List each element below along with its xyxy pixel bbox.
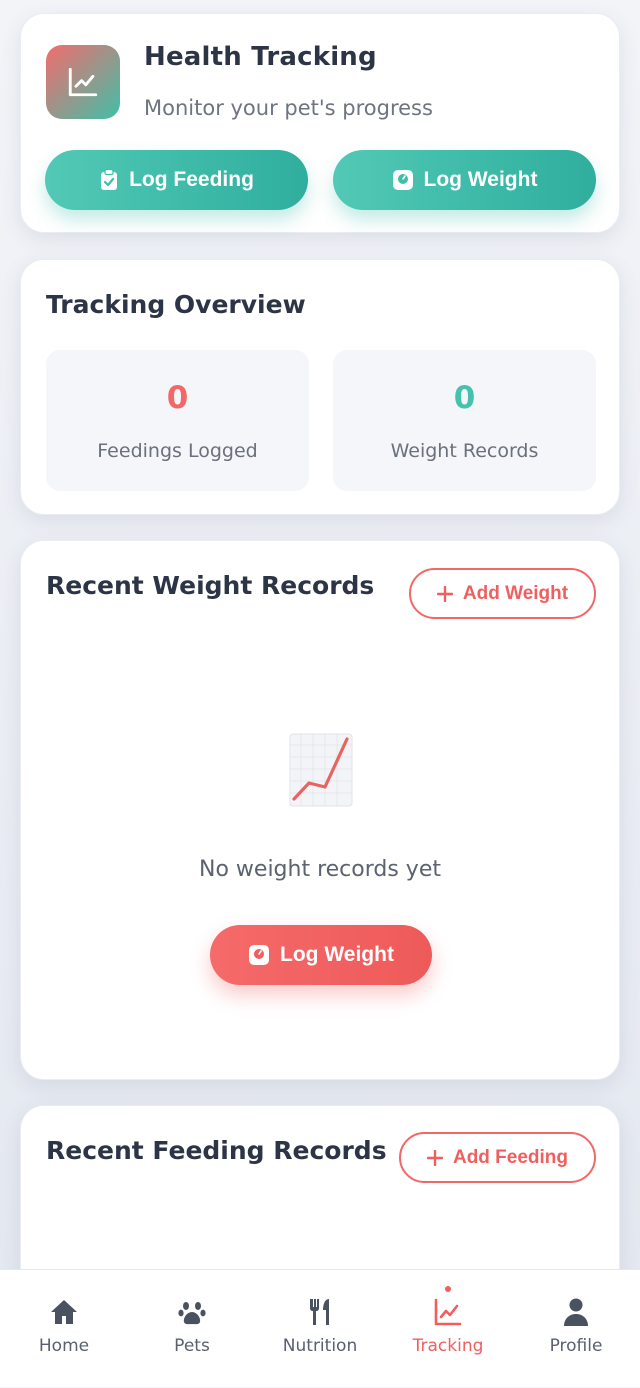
nav-item-pets[interactable]: Pets [128,1270,256,1388]
add-feeding-button[interactable]: Add Feeding [399,1132,596,1183]
add-weight-button[interactable]: Add Weight [409,568,596,619]
paw-icon [178,1302,206,1325]
nav-item-tracking[interactable]: Tracking [384,1270,512,1388]
stat-label: Weight Records [390,440,539,462]
home-icon [51,1300,77,1324]
log-weight-label: Log Weight [423,168,538,191]
utensils-icon [310,1299,329,1325]
nav-label: Home [38,1336,90,1356]
nav-label: Profile [549,1336,603,1356]
plus-icon [436,585,453,602]
user-icon [564,1298,588,1326]
nav-item-profile[interactable]: Profile [512,1270,640,1388]
page-subtitle: Monitor your pet's progress [144,96,433,120]
page-title: Health Tracking [144,42,377,72]
nav-item-nutrition[interactable]: Nutrition [256,1270,384,1388]
feeding-records-title: Recent Feeding Records [46,1136,387,1165]
log-feeding-label: Log Feeding [129,168,254,191]
weight-records-title: Recent Weight Records [46,571,375,600]
add-feeding-label: Add Feeding [452,1146,569,1168]
empty-state-text: No weight records yet [199,857,441,882]
log-feeding-button[interactable]: Log Feeding [45,150,308,210]
log-weight-button[interactable]: Log Weight [333,150,596,210]
nav-label: Pets [174,1336,210,1356]
clipboard-check-icon [101,169,118,190]
chart-increasing-icon [289,733,353,807]
stat-weight-records: 0 Weight Records [333,350,596,491]
plus-icon [426,1149,443,1166]
active-indicator-dot [445,1286,451,1292]
chart-line-icon [68,67,98,97]
chart-line-icon [434,1298,462,1326]
nav-label: Nutrition [282,1336,358,1356]
stat-feedings-logged: 0 Feedings Logged [46,350,309,491]
add-weight-label: Add Weight [462,582,569,604]
health-tracking-logo [46,45,120,119]
nav-label: Tracking [412,1336,484,1356]
overview-title: Tracking Overview [46,290,306,319]
recent-weight-records-card: Recent Weight Records Add Weight No weig… [20,540,620,1080]
weight-scale-icon [392,170,413,190]
nav-item-home[interactable]: Home [0,1270,128,1388]
stat-value: 0 [166,380,189,416]
log-weight-label: Log Weight [280,943,394,966]
stat-label: Feedings Logged [97,440,258,462]
bottom-nav: Home Pets Nutrition Tracking Profile [0,1269,640,1387]
header-card: Health Tracking Monitor your pet's progr… [20,13,620,233]
stat-value: 0 [453,380,476,416]
weight-scale-icon [249,945,270,965]
log-weight-empty-button[interactable]: Log Weight [210,925,432,985]
tracking-overview-card: Tracking Overview 0 Feedings Logged 0 We… [20,259,620,515]
